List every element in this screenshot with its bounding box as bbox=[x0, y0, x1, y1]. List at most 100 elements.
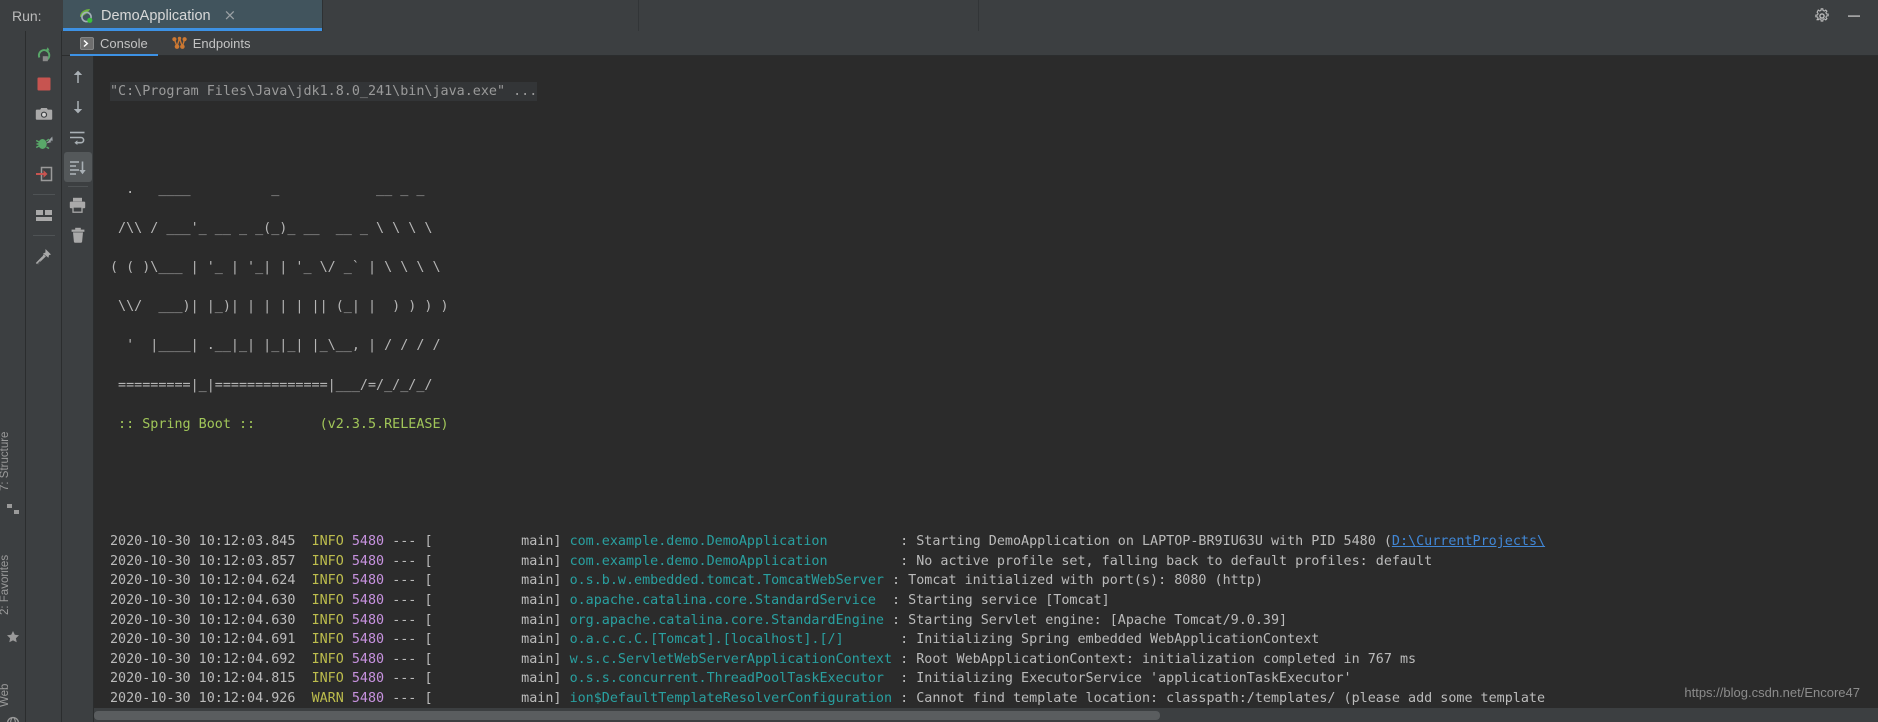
rerun-icon bbox=[37, 46, 51, 61]
exit-button[interactable] bbox=[28, 159, 60, 189]
log-timestamp: 2020-10-30 10:12:04.815 bbox=[110, 671, 296, 687]
tab-console[interactable]: Console bbox=[68, 31, 160, 56]
log-thread: [ main] bbox=[424, 593, 562, 609]
log-separator: --- bbox=[392, 632, 417, 648]
log-separator: --- bbox=[392, 612, 417, 628]
log-thread: [ main] bbox=[424, 632, 562, 648]
pin-button[interactable] bbox=[28, 241, 60, 271]
sidebar-item-structure[interactable]: 7: Structure bbox=[0, 411, 25, 511]
run-tab-demoapplication[interactable]: DemoApplication × bbox=[63, 0, 323, 31]
log-timestamp: 2020-10-30 10:12:03.845 bbox=[110, 534, 296, 550]
banner-version-label: :: Spring Boot :: bbox=[110, 416, 264, 432]
minimize-icon[interactable] bbox=[1846, 8, 1862, 24]
log-pid: 5480 bbox=[351, 534, 385, 550]
run-tool-window-header: Run: DemoApplication × bbox=[0, 0, 1878, 31]
console-output-panel[interactable]: "C:\Program Files\Java\jdk1.8.0_241\bin\… bbox=[94, 56, 1878, 722]
console-horizontal-scrollbar[interactable] bbox=[94, 708, 1878, 722]
log-level: INFO bbox=[311, 632, 344, 648]
log-level: INFO bbox=[311, 573, 344, 589]
pin-icon bbox=[35, 248, 51, 265]
debug-button[interactable] bbox=[28, 129, 60, 159]
log-pid: 5480 bbox=[351, 573, 385, 589]
log-logger: o.apache.catalina.core.StandardService bbox=[569, 593, 876, 609]
stop-square-icon bbox=[37, 77, 50, 91]
log-level: INFO bbox=[311, 612, 344, 628]
log-thread: [ main] bbox=[424, 651, 562, 667]
log-level: INFO bbox=[311, 534, 344, 550]
banner-line: ' |____| .__|_| |_|_| |_\__, | / / / / bbox=[110, 338, 441, 354]
log-timestamp: 2020-10-30 10:12:04.630 bbox=[110, 593, 296, 609]
console-command-line: "C:\Program Files\Java\jdk1.8.0_241\bin\… bbox=[110, 81, 538, 102]
console-toolbar-divider bbox=[67, 186, 88, 187]
log-line: 2020-10-30 10:12:04.692 INFO 5480 --- [ … bbox=[110, 650, 1545, 670]
print-button[interactable] bbox=[64, 190, 92, 220]
arrow-down-icon bbox=[73, 101, 82, 114]
screenshot-button[interactable] bbox=[28, 99, 60, 129]
clear-all-button[interactable] bbox=[64, 220, 92, 250]
run-window-actions bbox=[1814, 0, 1878, 31]
sidebar-item-favorites[interactable]: 2: Favorites bbox=[0, 536, 25, 634]
console-text: "C:\Program Files\Java\jdk1.8.0_241\bin\… bbox=[94, 56, 1545, 722]
layout-icon bbox=[35, 209, 52, 221]
log-line: 2020-10-30 10:12:03.845 INFO 5480 --- [ … bbox=[110, 532, 1545, 552]
scroll-to-end-icon bbox=[70, 160, 86, 175]
exit-arrow-icon bbox=[35, 166, 52, 182]
log-logger: org.apache.catalina.core.StandardEngine bbox=[569, 612, 884, 628]
toolbar-divider bbox=[32, 194, 55, 195]
banner-version-line: :: Spring Boot :: (v2.3.5.RELEASE) bbox=[110, 415, 1545, 435]
log-timestamp: 2020-10-30 10:12:04.691 bbox=[110, 632, 296, 648]
spring-boot-run-icon bbox=[77, 7, 94, 24]
log-message: : Starting Servlet engine: [Apache Tomca… bbox=[892, 612, 1288, 628]
scrollbar-thumb[interactable] bbox=[94, 711, 1160, 720]
log-link-path[interactable]: D:\CurrentProjects\ bbox=[1392, 534, 1545, 549]
tab-endpoints[interactable]: Endpoints bbox=[160, 31, 263, 56]
log-logger: o.a.c.c.C.[Tomcat].[localhost].[/] bbox=[569, 632, 844, 648]
bug-icon bbox=[35, 136, 53, 150]
scroll-to-end-button[interactable] bbox=[63, 152, 92, 182]
console-tab-bar: Console Endpoints bbox=[62, 31, 1878, 56]
log-separator: --- bbox=[392, 691, 417, 706]
log-line: 2020-10-30 10:12:04.630 INFO 5480 --- [ … bbox=[110, 611, 1545, 631]
log-pid: 5480 bbox=[351, 671, 385, 687]
close-icon[interactable]: × bbox=[224, 8, 237, 23]
layout-button[interactable] bbox=[28, 200, 60, 230]
stop-button[interactable] bbox=[28, 69, 60, 99]
soft-wrap-icon bbox=[70, 131, 85, 145]
log-line: 2020-10-30 10:12:04.630 INFO 5480 --- [ … bbox=[110, 591, 1545, 611]
log-message: : Cannot find template location: classpa… bbox=[900, 691, 1546, 706]
console-blank-1 bbox=[110, 101, 1545, 121]
log-message: : No active profile set, falling back to… bbox=[900, 553, 1433, 569]
sidebar-item-web[interactable]: Web bbox=[0, 671, 25, 719]
log-message: : Tomcat initialized with port(s): 8080 … bbox=[892, 573, 1263, 589]
log-level: INFO bbox=[311, 671, 344, 687]
log-thread: [ main] bbox=[424, 534, 562, 550]
log-separator: --- bbox=[392, 593, 417, 609]
watermark-text: https://blog.csdn.net/Encore47 bbox=[1684, 685, 1860, 700]
gear-icon[interactable] bbox=[1814, 7, 1830, 24]
log-thread: [ main] bbox=[424, 573, 562, 589]
log-logger: ion$DefaultTemplateResolverConfiguration bbox=[569, 691, 893, 706]
scroll-up-button[interactable] bbox=[64, 62, 92, 92]
log-line: 2020-10-30 10:12:04.815 INFO 5480 --- [ … bbox=[110, 669, 1545, 689]
log-separator: --- bbox=[392, 553, 417, 569]
log-separator: --- bbox=[392, 671, 417, 687]
rerun-button[interactable] bbox=[28, 39, 60, 69]
log-separator: --- bbox=[392, 573, 417, 589]
log-message: : Starting DemoApplication on LAPTOP-BR9… bbox=[900, 534, 1392, 550]
log-pid: 5480 bbox=[351, 632, 385, 648]
log-message: : Root WebApplicationContext: initializa… bbox=[900, 651, 1417, 667]
log-logger: o.s.b.w.embedded.tomcat.TomcatWebServer bbox=[569, 573, 884, 589]
soft-wrap-button[interactable] bbox=[64, 122, 92, 152]
web-globe-icon bbox=[6, 715, 20, 722]
trash-icon bbox=[71, 227, 84, 243]
tab-endpoints-label: Endpoints bbox=[192, 35, 251, 51]
tab-strip-filler-1 bbox=[323, 0, 639, 31]
scroll-down-button[interactable] bbox=[64, 92, 92, 122]
structure-icon bbox=[6, 501, 20, 515]
console-actions-toolbar bbox=[62, 56, 94, 722]
log-thread: [ main] bbox=[424, 612, 562, 628]
tab-strip-filler-3 bbox=[979, 0, 1814, 31]
log-pid: 5480 bbox=[351, 553, 385, 569]
log-timestamp: 2020-10-30 10:12:04.926 bbox=[110, 691, 296, 706]
log-line: 2020-10-30 10:12:04.624 INFO 5480 --- [ … bbox=[110, 571, 1545, 591]
